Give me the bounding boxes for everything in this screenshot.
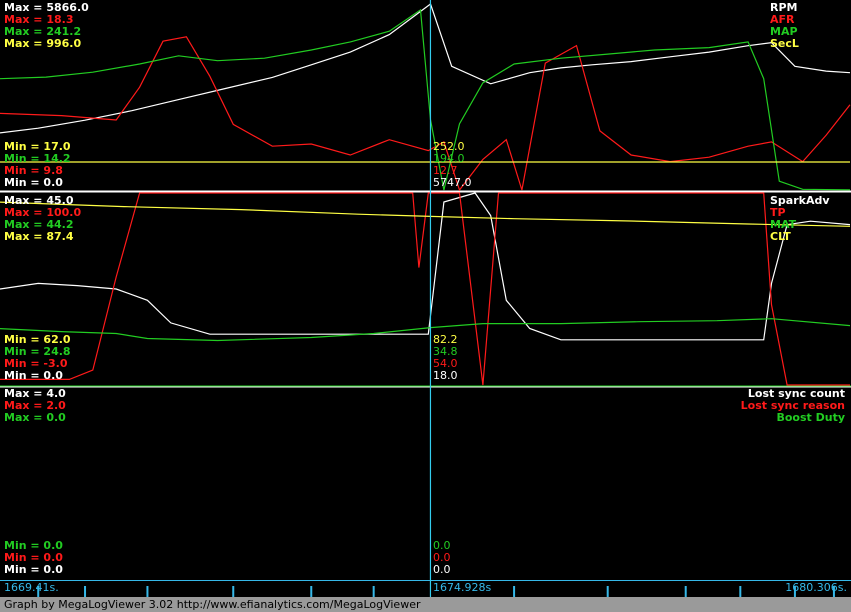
legend-clt[interactable]: CLT bbox=[770, 231, 791, 243]
sparkadv-min-label: Min = 0.0 bbox=[4, 369, 63, 382]
series-mat bbox=[0, 318, 851, 342]
time-start-label: 1669.41s. bbox=[4, 581, 59, 594]
legend-boost-duty[interactable]: Boost Duty bbox=[776, 412, 845, 424]
boost-duty-max-label: Max = 0.0 bbox=[4, 411, 66, 424]
cursor-value-lost-sync-count: 0.0 bbox=[433, 563, 451, 576]
lostsync-count-min-label: Min = 0.0 bbox=[4, 563, 63, 576]
legend-secl[interactable]: SecL bbox=[770, 38, 799, 50]
time-end-label: 1680.306s. bbox=[785, 581, 847, 594]
cursor-value-sparkadv: 18.0 bbox=[433, 369, 458, 382]
clt-max-label: Max = 87.4 bbox=[4, 230, 74, 243]
series-tp bbox=[0, 192, 850, 386]
footer-credit[interactable]: Graph by MegaLogViewer 3.02 http://www.e… bbox=[0, 597, 851, 612]
time-cursor-label: 1674.928s bbox=[433, 581, 492, 594]
rpm-min-label: Min = 0.0 bbox=[4, 176, 63, 189]
series-map bbox=[0, 8, 851, 191]
series-rpm bbox=[0, 3, 851, 134]
cursor-value-rpm: 5747.0 bbox=[433, 176, 472, 189]
log-graph[interactable] bbox=[0, 0, 851, 597]
secl-max-label: Max = 996.0 bbox=[4, 37, 82, 50]
